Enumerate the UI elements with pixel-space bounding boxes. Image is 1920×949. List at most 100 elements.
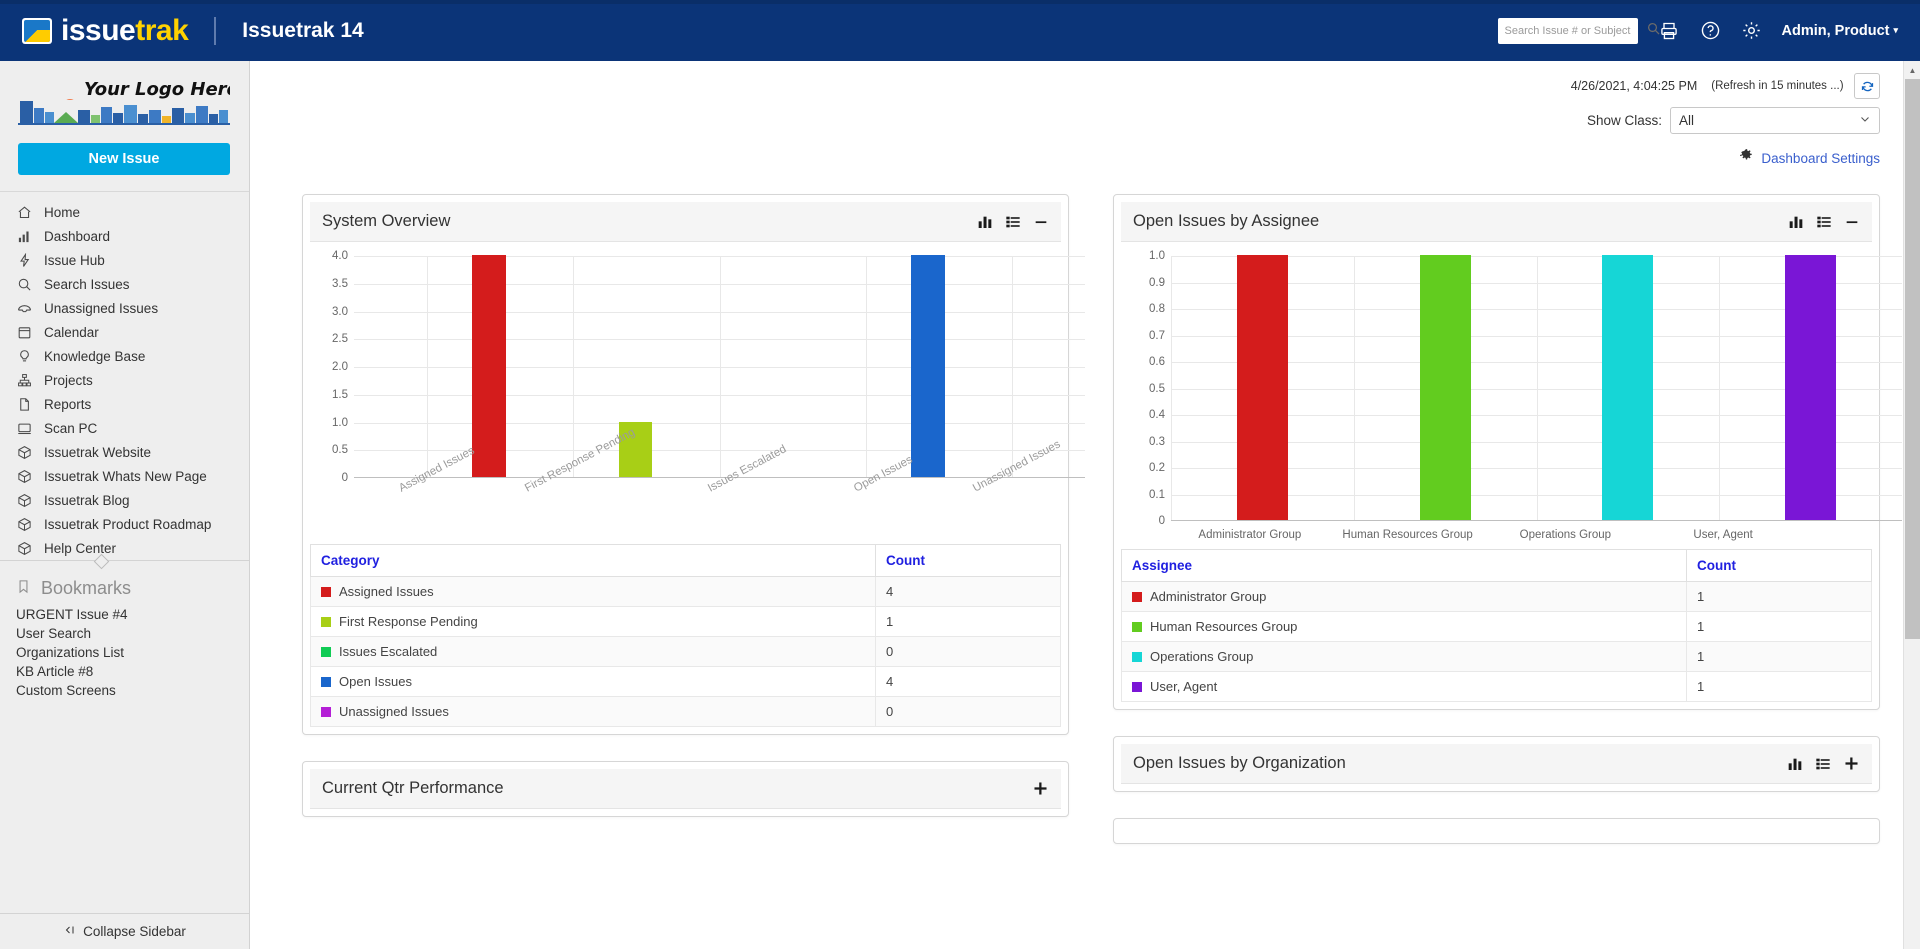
panel-header: System Overview <box>310 202 1061 242</box>
scroll-up-arrow-icon[interactable]: ▲ <box>1904 61 1920 79</box>
sidebar-item-home[interactable]: Home <box>0 200 249 224</box>
chart-view-icon[interactable] <box>1787 756 1803 772</box>
sidebar-item-issuetrak-website[interactable]: Issuetrak Website <box>0 440 249 464</box>
dashboard-settings-link[interactable]: Dashboard Settings <box>1761 151 1880 166</box>
bookmark-item-urgent-issue[interactable]: URGENT Issue #4 <box>0 605 249 624</box>
bookmark-item-user-search[interactable]: User Search <box>0 624 249 643</box>
table-row[interactable]: Administrator Group 1 <box>1122 582 1872 612</box>
dashboard-status: 4/26/2021, 4:04:25 PM (Refresh in 15 min… <box>1571 79 1844 93</box>
bar-operations-group[interactable] <box>1602 255 1653 520</box>
chart-plot-area: 4.0 3.5 3.0 2.5 2.0 1.5 1.0 <box>354 256 1085 478</box>
chevron-down-icon: ▾ <box>1893 25 1898 36</box>
sidebar-item-reports[interactable]: Reports <box>0 392 249 416</box>
sidebar-item-projects[interactable]: Projects <box>0 368 249 392</box>
sidebar-item-issuetrak-blog[interactable]: Issuetrak Blog <box>0 488 249 512</box>
table-row[interactable]: Open Issues 4 <box>311 667 1061 697</box>
chart-view-icon[interactable] <box>1788 214 1804 230</box>
sidebar-item-label: Issuetrak Website <box>44 445 151 460</box>
panel-header: Open Issues by Organization <box>1121 744 1872 784</box>
bar-administrator-group[interactable] <box>1237 255 1288 520</box>
list-view-icon[interactable] <box>1815 756 1831 772</box>
cube-icon <box>16 540 33 557</box>
bookmarks-divider <box>0 560 249 574</box>
expand-icon[interactable] <box>1032 780 1049 797</box>
sidebar: Your Logo Here New Issue Home Dashboard … <box>0 61 250 949</box>
sidebar-item-label: Home <box>44 205 80 220</box>
refresh-button[interactable] <box>1854 73 1880 99</box>
table-row[interactable]: Issues Escalated 0 <box>311 637 1061 667</box>
column-header-assignee[interactable]: Assignee <box>1122 550 1687 582</box>
bookmark-item-kb-article[interactable]: KB Article #8 <box>0 662 249 681</box>
minimize-icon[interactable] <box>1844 214 1860 230</box>
chart-view-icon[interactable] <box>977 214 993 230</box>
app-title: Issuetrak 14 <box>242 19 363 43</box>
table-row[interactable]: Operations Group 1 <box>1122 642 1872 672</box>
gear-icon[interactable] <box>1739 148 1754 168</box>
x-tick-label: Operations Group <box>1520 529 1611 541</box>
column-header-category[interactable]: Category <box>311 545 876 577</box>
dashboard-settings-row: Dashboard Settings <box>250 148 1920 168</box>
y-tick-label: 4.0 <box>332 250 348 262</box>
help-icon[interactable] <box>1700 20 1721 41</box>
table-row[interactable]: First Response Pending 1 <box>311 607 1061 637</box>
sidebar-item-label: Knowledge Base <box>44 349 145 364</box>
scrollbar-thumb[interactable] <box>1905 79 1920 639</box>
print-icon[interactable] <box>1658 21 1680 41</box>
global-search[interactable] <box>1498 18 1638 44</box>
sidebar-item-unassigned-issues[interactable]: Unassigned Issues <box>0 296 249 320</box>
brand-logo[interactable]: issuetrak <box>0 14 188 48</box>
bookmark-item-organizations-list[interactable]: Organizations List <box>0 643 249 662</box>
table-cell-assignee: Human Resources Group <box>1122 612 1687 642</box>
sidebar-item-label: Scan PC <box>44 421 97 436</box>
list-view-icon[interactable] <box>1005 214 1021 230</box>
bar-open-issues[interactable] <box>911 255 945 477</box>
sidebar-item-help-center[interactable]: Help Center <box>0 536 249 560</box>
table-row[interactable]: Assigned Issues 4 <box>311 577 1061 607</box>
sidebar-item-scan-pc[interactable]: Scan PC <box>0 416 249 440</box>
expand-icon[interactable] <box>1843 755 1860 772</box>
sidebar-item-issuetrak-product-roadmap[interactable]: Issuetrak Product Roadmap <box>0 512 249 536</box>
sidebar-item-calendar[interactable]: Calendar <box>0 320 249 344</box>
gear-icon[interactable] <box>1741 20 1762 41</box>
header-accent-strip <box>0 0 1920 4</box>
y-tick-label: 2.0 <box>332 361 348 373</box>
sidebar-item-dashboard[interactable]: Dashboard <box>0 224 249 248</box>
table-row[interactable]: Unassigned Issues 0 <box>311 697 1061 727</box>
logo-area: Your Logo Here <box>0 61 249 129</box>
main-scrollbar[interactable]: ▲ <box>1903 61 1920 949</box>
calendar-icon <box>16 324 33 341</box>
panel-title: Open Issues by Organization <box>1133 754 1346 773</box>
sidebar-item-search-issues[interactable]: Search Issues <box>0 272 249 296</box>
collapse-arrow-icon <box>63 924 77 939</box>
row-label: Issues Escalated <box>339 644 437 659</box>
column-header-count[interactable]: Count <box>1687 550 1872 582</box>
dashboard-column-right: Open Issues by Assignee <box>1113 194 1880 844</box>
customer-logo-image: Your Logo Here <box>18 73 230 129</box>
sidebar-item-knowledge-base[interactable]: Knowledge Base <box>0 344 249 368</box>
bar-user-agent[interactable] <box>1785 255 1836 520</box>
list-view-icon[interactable] <box>1816 214 1832 230</box>
new-issue-button[interactable]: New Issue <box>18 143 230 175</box>
user-menu[interactable]: Admin, Product ▾ <box>1782 23 1898 39</box>
row-label: Unassigned Issues <box>339 704 449 719</box>
bar-human-resources-group[interactable] <box>1420 255 1471 520</box>
table-row[interactable]: Human Resources Group 1 <box>1122 612 1872 642</box>
row-label: Operations Group <box>1150 649 1253 664</box>
column-header-count[interactable]: Count <box>876 545 1061 577</box>
collapse-sidebar-button[interactable]: Collapse Sidebar <box>0 913 249 949</box>
sidebar-item-issuetrak-whats-new-page[interactable]: Issuetrak Whats New Page <box>0 464 249 488</box>
y-tick-label: 0.5 <box>1149 383 1165 395</box>
table-row[interactable]: User, Agent 1 <box>1122 672 1872 702</box>
sidebar-item-issue-hub[interactable]: Issue Hub <box>0 248 249 272</box>
sitemap-icon <box>16 372 33 389</box>
bar-assigned-issues[interactable] <box>472 255 506 477</box>
table-cell-category: First Response Pending <box>311 607 876 637</box>
y-tick-label: 0 <box>342 472 348 484</box>
show-class-select[interactable]: All <box>1670 107 1880 134</box>
color-swatch <box>1132 652 1142 662</box>
search-input[interactable] <box>1505 25 1647 37</box>
bookmark-item-custom-screens[interactable]: Custom Screens <box>0 681 249 700</box>
minimize-icon[interactable] <box>1033 214 1049 230</box>
header-actions: Admin, Product ▾ <box>1498 18 1920 44</box>
y-tick-label: 1.5 <box>332 389 348 401</box>
